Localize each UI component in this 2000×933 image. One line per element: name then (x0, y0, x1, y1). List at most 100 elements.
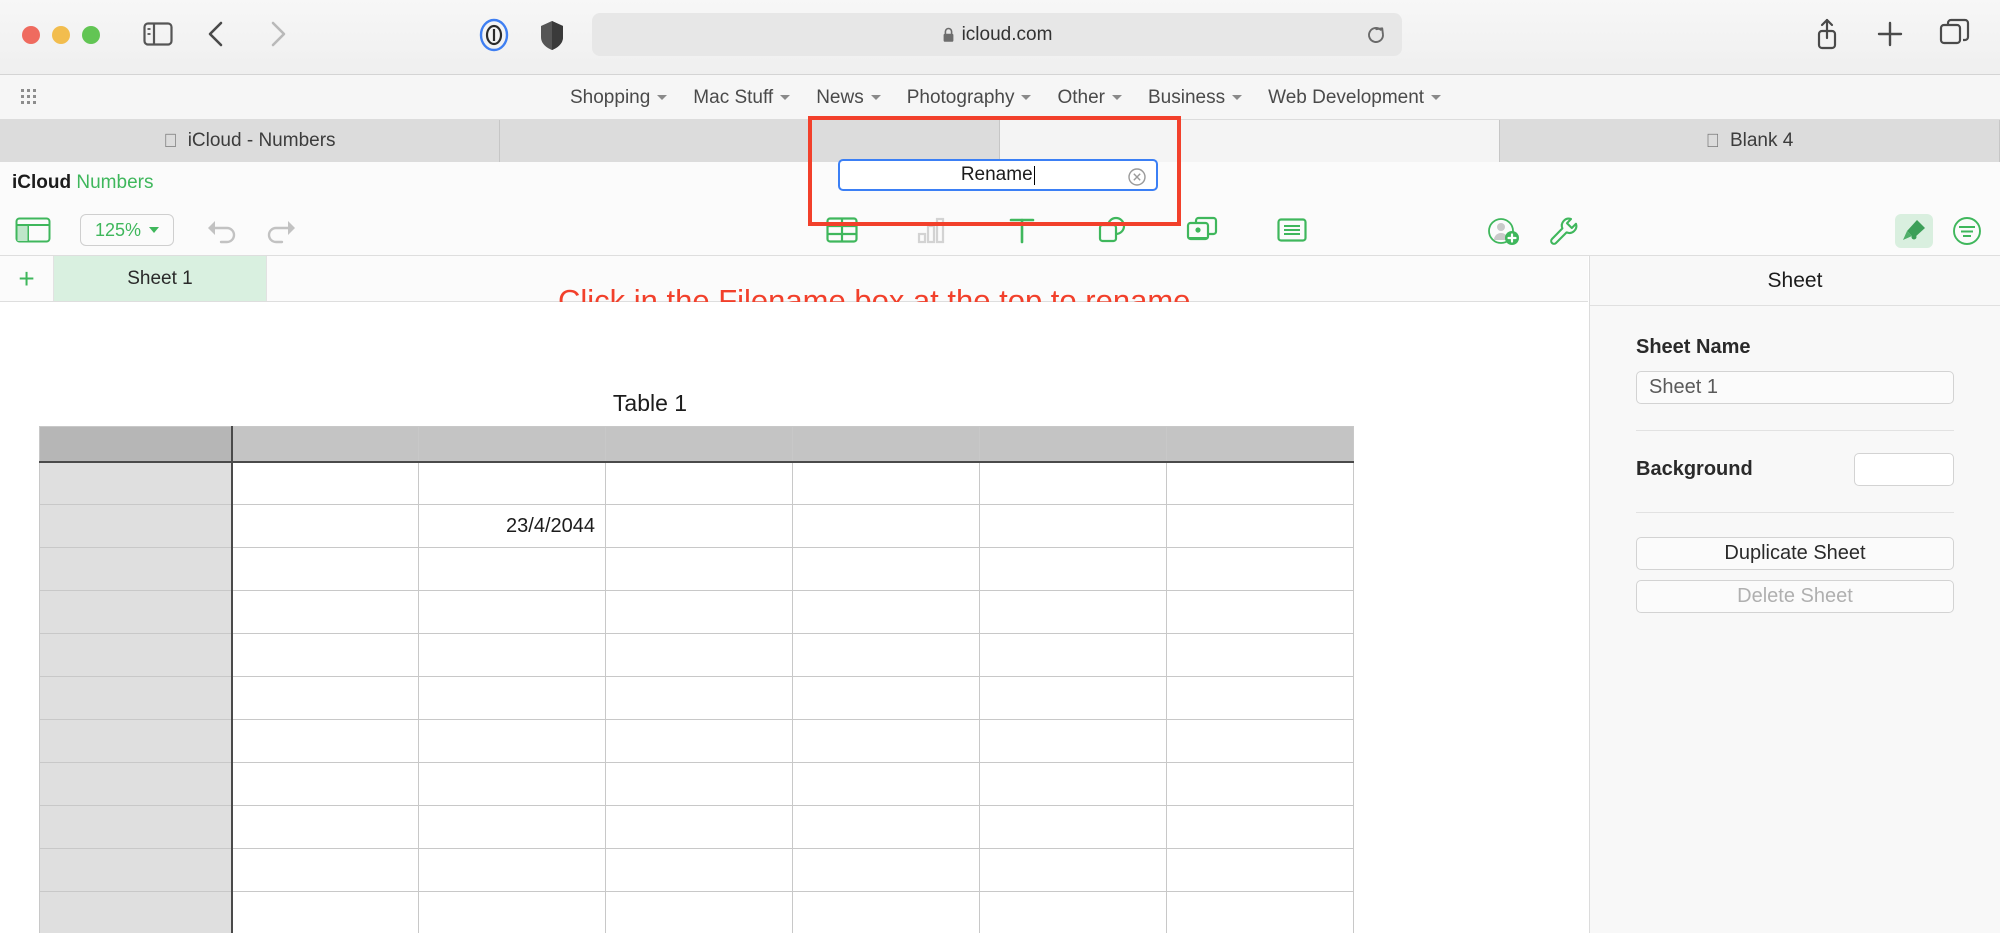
table-cell[interactable] (418, 633, 606, 677)
sheet-tab-sheet-1[interactable]: Sheet 1 (54, 256, 267, 301)
add-collaborator-icon[interactable] (1487, 216, 1521, 246)
chart-icon[interactable] (915, 214, 949, 246)
media-icon[interactable] (1185, 214, 1219, 246)
table-cell[interactable] (231, 547, 419, 591)
table-cell[interactable] (979, 461, 1167, 505)
table-cell[interactable] (1166, 590, 1354, 634)
row-header-cell[interactable] (39, 461, 233, 505)
duplicate-sheet-button[interactable]: Duplicate Sheet (1636, 537, 1954, 570)
table-cell[interactable] (231, 590, 419, 634)
table-cell[interactable] (231, 633, 419, 677)
table-cell[interactable] (792, 633, 980, 677)
bookmark-folder-business[interactable]: Business (1148, 87, 1243, 109)
row-header-cell[interactable] (39, 504, 233, 548)
undo-button[interactable] (205, 217, 241, 245)
table-cell[interactable] (605, 676, 793, 720)
spreadsheet-canvas[interactable]: Table 1 23/4/2044 (0, 302, 1588, 933)
table-cell[interactable] (418, 848, 606, 892)
table-cell[interactable] (792, 547, 980, 591)
text-icon[interactable] (1005, 214, 1039, 246)
zoom-select[interactable]: 125% (80, 214, 174, 246)
table-cell[interactable] (1166, 676, 1354, 720)
table-cell[interactable] (979, 848, 1167, 892)
table-cell[interactable] (979, 676, 1167, 720)
format-panel-button[interactable] (1895, 214, 1933, 248)
shield-icon[interactable] (537, 18, 567, 52)
table-cell[interactable] (418, 891, 606, 933)
table-cell[interactable] (1166, 805, 1354, 849)
table-cell[interactable] (792, 590, 980, 634)
column-header-cell[interactable] (605, 426, 793, 463)
column-header-cell[interactable] (1166, 426, 1354, 463)
table-cell[interactable] (792, 461, 980, 505)
table-cell[interactable] (605, 590, 793, 634)
row-header-cell[interactable] (39, 719, 233, 763)
add-sheet-button[interactable]: + (0, 256, 54, 301)
table-cell[interactable] (418, 805, 606, 849)
table-cell[interactable] (792, 676, 980, 720)
tab-icloud-numbers[interactable]:  iCloud - Numbers (0, 120, 500, 162)
column-header-cell[interactable] (979, 426, 1167, 463)
table-cell[interactable] (605, 848, 793, 892)
tab-overview-icon[interactable] (1938, 16, 1972, 52)
sidebar-toggle-icon[interactable] (143, 21, 173, 47)
table-cell[interactable] (792, 719, 980, 763)
table-cell[interactable] (605, 891, 793, 933)
table-cell[interactable] (605, 547, 793, 591)
shape-icon[interactable] (1095, 214, 1129, 246)
redo-button[interactable] (262, 217, 298, 245)
table-cell[interactable] (1166, 762, 1354, 806)
back-button[interactable] (202, 17, 232, 51)
table-cell[interactable] (605, 504, 793, 548)
column-header-cell[interactable] (418, 426, 606, 463)
table-cell[interactable] (1166, 504, 1354, 548)
table-cell[interactable] (979, 547, 1167, 591)
table-cell[interactable] (605, 762, 793, 806)
row-header-cell[interactable] (39, 633, 233, 677)
row-header-cell[interactable] (39, 848, 233, 892)
table-cell[interactable] (979, 590, 1167, 634)
tab-active[interactable] (1000, 120, 1500, 162)
icloud-numbers-brand[interactable]: iCloud Numbers (12, 172, 153, 194)
table-cell[interactable] (792, 848, 980, 892)
row-header-cell[interactable] (39, 762, 233, 806)
comment-icon[interactable] (1275, 214, 1309, 246)
table-cell[interactable] (979, 504, 1167, 548)
row-header-cell[interactable] (39, 590, 233, 634)
table-cell[interactable] (418, 676, 606, 720)
table-cell[interactable] (1166, 891, 1354, 933)
table-cell[interactable] (231, 805, 419, 849)
maximize-window-button[interactable] (82, 26, 100, 44)
column-header-cell[interactable] (792, 426, 980, 463)
share-icon[interactable] (1812, 16, 1842, 52)
reload-icon[interactable] (1364, 23, 1388, 47)
bookmark-folder-photography[interactable]: Photography (907, 87, 1032, 109)
onepassword-icon[interactable] (477, 18, 511, 52)
column-header-cell[interactable] (231, 426, 419, 463)
table-cell[interactable] (979, 805, 1167, 849)
row-header-cell[interactable] (39, 676, 233, 720)
row-header-cell[interactable] (39, 547, 233, 591)
bookmark-folder-web-development[interactable]: Web Development (1268, 87, 1442, 109)
table-cell[interactable] (1166, 547, 1354, 591)
table-cell[interactable] (979, 762, 1167, 806)
apps-grid-icon[interactable] (20, 88, 38, 106)
row-header-cell[interactable] (39, 805, 233, 849)
row-header-cell[interactable] (39, 891, 233, 933)
sheet-name-input[interactable]: Sheet 1 (1636, 371, 1954, 404)
table-cell[interactable] (979, 633, 1167, 677)
table-cell[interactable] (605, 633, 793, 677)
bookmark-folder-shopping[interactable]: Shopping (570, 87, 668, 109)
minimize-window-button[interactable] (52, 26, 70, 44)
spreadsheet-table[interactable]: 23/4/2044 (39, 426, 1354, 933)
table-cell[interactable] (418, 461, 606, 505)
wrench-icon[interactable] (1547, 216, 1579, 246)
table-cell[interactable] (605, 805, 793, 849)
table-cell[interactable] (1166, 848, 1354, 892)
address-bar[interactable]: icloud.com (592, 13, 1402, 56)
table-cell[interactable] (231, 461, 419, 505)
table-cell[interactable] (792, 891, 980, 933)
table-cell[interactable] (1166, 461, 1354, 505)
table-cell[interactable] (792, 762, 980, 806)
new-tab-button[interactable] (1875, 16, 1905, 52)
